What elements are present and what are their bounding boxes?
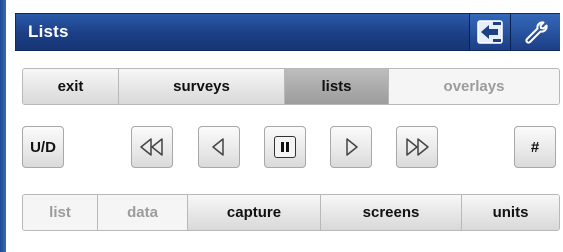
step-forward-button[interactable] — [330, 126, 372, 168]
window-edge — [0, 0, 6, 252]
settings-button[interactable] — [510, 14, 560, 50]
step-forward-icon — [346, 138, 358, 156]
pause-icon — [274, 136, 296, 158]
ud-button[interactable]: U/D — [22, 126, 64, 168]
rewind-icon — [140, 138, 163, 156]
tab-capture[interactable]: capture — [188, 195, 321, 230]
lists-panel: Lists exit surveys lists overlays U/D # … — [0, 0, 563, 252]
tab-list[interactable]: list — [23, 195, 98, 230]
step-back-icon — [212, 138, 224, 156]
back-arrow-icon — [477, 20, 503, 44]
back-button[interactable] — [469, 14, 510, 50]
tab-overlays[interactable]: overlays — [389, 69, 559, 104]
tab-units[interactable]: units — [462, 195, 559, 230]
title-bar: Lists — [15, 13, 560, 51]
tab-surveys[interactable]: surveys — [119, 69, 285, 104]
tab-exit[interactable]: exit — [23, 69, 119, 104]
pause-button[interactable] — [264, 126, 306, 168]
fast-forward-icon — [406, 138, 429, 156]
number-button[interactable]: # — [514, 126, 556, 168]
tab-screens[interactable]: screens — [321, 195, 462, 230]
step-back-button[interactable] — [198, 126, 240, 168]
page-title: Lists — [28, 22, 69, 41]
tab-lists[interactable]: lists — [285, 69, 389, 104]
tab-data[interactable]: data — [98, 195, 188, 230]
top-tab-bar: exit surveys lists overlays — [22, 68, 560, 105]
rewind-button[interactable] — [131, 126, 173, 168]
wrench-icon — [524, 21, 548, 44]
bottom-tab-bar: list data capture screens units — [22, 194, 560, 231]
fast-forward-button[interactable] — [396, 126, 438, 168]
